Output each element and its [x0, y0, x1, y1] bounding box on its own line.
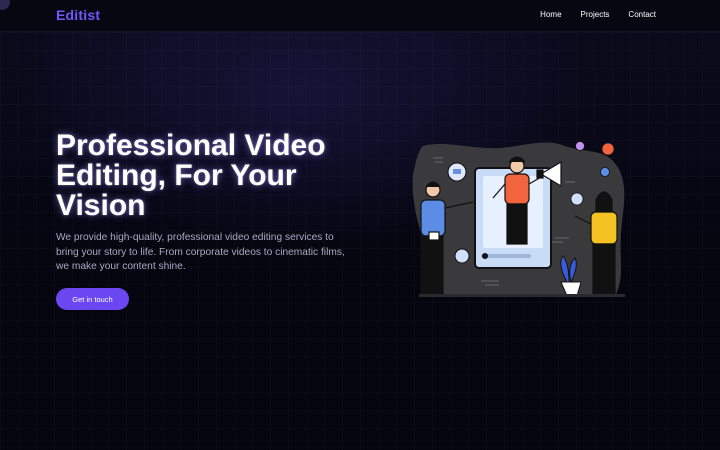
hero-illustration — [412, 141, 625, 297]
nav-link-home[interactable]: Home — [540, 10, 561, 19]
chat-icon — [454, 248, 470, 264]
hero-description: We provide high-quality, professional vi… — [56, 232, 345, 272]
nav-link-projects[interactable]: Projects — [581, 10, 610, 19]
corner-decoration — [0, 0, 10, 10]
nav-links: Home Projects Contact — [540, 10, 656, 19]
navbar: Editist Home Projects Contact — [0, 0, 720, 32]
brand-logo[interactable]: Editist — [56, 7, 100, 23]
hero-title: Professional Video Editing, For Your Vis… — [56, 129, 326, 222]
get-in-touch-button[interactable]: Get in touch — [56, 288, 129, 310]
heart-icon — [570, 192, 584, 206]
chat-bubble-icon — [447, 162, 467, 182]
nav-link-contact[interactable]: Contact — [628, 10, 656, 19]
